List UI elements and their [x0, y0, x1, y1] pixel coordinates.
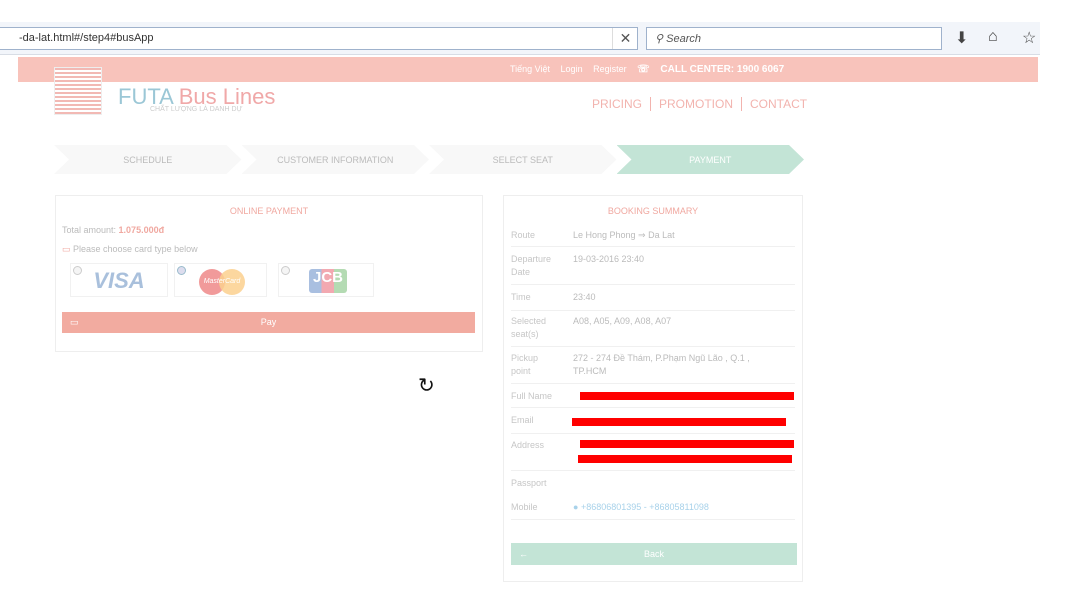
- row-label: Mobile: [511, 502, 538, 512]
- total-value: 1.075.000đ: [118, 225, 165, 235]
- row-value: 23:40: [573, 292, 596, 302]
- main-nav: PRICING PROMOTION CONTACT: [592, 97, 815, 111]
- login-link[interactable]: Login: [561, 64, 583, 74]
- summary-row-passport: Passport: [511, 477, 795, 495]
- loading-spinner-icon: ↻: [418, 375, 435, 397]
- total-label: Total amount:: [62, 225, 117, 235]
- summary-row-departure: Departure Date 19-03-2016 23:40: [511, 253, 795, 285]
- summary-row-pickup: Pickup point 272 - 274 Đề Thám, P.Phạm Ng…: [511, 352, 795, 384]
- booking-summary-title: BOOKING SUMMARY: [607, 206, 699, 216]
- row-label: Route: [511, 230, 536, 240]
- row-label: Passport: [511, 478, 547, 488]
- choose-card-text: ▭ Please choose card type below: [62, 244, 198, 255]
- row-label: Departure Date: [511, 254, 552, 277]
- row-label: Address: [511, 440, 545, 450]
- logo[interactable]: [54, 67, 102, 115]
- pay-button[interactable]: ▭ Pay: [62, 312, 475, 333]
- redaction-email: [572, 418, 786, 426]
- mastercard-logo: MasterCard: [199, 269, 245, 295]
- call-center: ☏ CALL CENTER: 1900 6067: [637, 64, 792, 75]
- mobile-numbers: +86806801395 - +86805811098: [580, 502, 709, 512]
- row-label: Pickup point: [511, 353, 539, 376]
- booking-steps: SCHEDULE CUSTOMER INFORMATION SELECT SEA…: [54, 145, 804, 174]
- card-option-visa[interactable]: VISA: [70, 263, 168, 297]
- row-label: Time: [511, 292, 531, 302]
- nav-contact[interactable]: CONTACT: [741, 97, 815, 111]
- skype-icon: ●: [573, 502, 581, 512]
- row-value: 272 - 274 Đề Thám, P.Phạm Ngũ Lão , Q.1 …: [573, 353, 750, 376]
- radio-mastercard[interactable]: [177, 266, 186, 275]
- summary-row-mobile: Mobile ● +86806801395 - +86805811098: [511, 501, 795, 520]
- phone-icon: ☏: [637, 64, 653, 75]
- radio-jcb[interactable]: [281, 266, 290, 275]
- clear-url-icon[interactable]: ✕: [612, 28, 638, 49]
- url-bar[interactable]: -da-lat.html#/step4#busApp: [0, 27, 638, 50]
- nav-pricing[interactable]: PRICING: [592, 97, 650, 111]
- online-payment-title: ONLINE PAYMENT: [229, 206, 309, 216]
- step-schedule[interactable]: SCHEDULE: [54, 145, 242, 174]
- row-value: A08, A05, A09, A08, A07: [573, 316, 672, 326]
- mastercard-text: MasterCard: [203, 278, 241, 285]
- card-option-mastercard[interactable]: MasterCard: [174, 263, 267, 297]
- pay-label: Pay: [260, 317, 277, 327]
- search-icon: ⚲: [655, 33, 667, 45]
- summary-row-time: Time 23:40: [511, 291, 795, 311]
- row-value: ● +86806801395 - +86805811098: [573, 501, 795, 519]
- register-link[interactable]: Register: [593, 64, 627, 74]
- redaction-address-2: [578, 455, 792, 463]
- call-center-text: CALL CENTER: 1900 6067: [660, 64, 785, 75]
- jcb-logo: JCB: [309, 269, 347, 293]
- top-links: Tiếng Việt Login Register ☏ CALL CENTER:…: [510, 64, 800, 75]
- card-option-jcb[interactable]: JCB: [278, 263, 374, 297]
- card-icon: ▭: [62, 244, 74, 254]
- row-label: Email: [511, 415, 534, 425]
- bookmark-star-icon[interactable]: ☆: [1022, 28, 1036, 48]
- tagline: CHẤT LƯỢNG LÀ DANH DỰ: [150, 106, 243, 113]
- row-value: 19-03-2016 23:40: [573, 254, 645, 264]
- redaction-address-1: [580, 440, 794, 448]
- row-label: Selected seat(s): [511, 316, 547, 339]
- choose-card-label: Please choose card type below: [73, 244, 198, 254]
- back-label: Back: [643, 549, 664, 559]
- browser-search-input[interactable]: ⚲ Search: [646, 27, 942, 50]
- row-value: Le Hong Phong ⇒ Da Lat: [573, 230, 675, 240]
- credit-card-icon: ▭: [70, 317, 79, 327]
- row-label: Full Name: [511, 391, 553, 401]
- step-select-seat[interactable]: SELECT SEAT: [429, 145, 617, 174]
- arrow-left-icon: ←: [519, 549, 528, 559]
- redaction-full-name: [580, 392, 794, 400]
- step-customer-information[interactable]: CUSTOMER INFORMATION: [241, 145, 429, 174]
- home-icon[interactable]: ⌂: [988, 28, 998, 46]
- step-payment[interactable]: PAYMENT: [616, 145, 804, 174]
- summary-row-route: Route Le Hong Phong ⇒ Da Lat: [511, 229, 795, 247]
- nav-promotion[interactable]: PROMOTION: [650, 97, 741, 111]
- total-amount: Total amount: 1.075.000đ: [62, 225, 164, 235]
- back-button[interactable]: ← Back: [511, 543, 797, 565]
- language-link[interactable]: Tiếng Việt: [510, 64, 550, 74]
- download-icon[interactable]: ⬇: [955, 28, 968, 48]
- summary-row-seats: Selected seat(s) A08, A05, A09, A08, A07: [511, 315, 795, 347]
- visa-logo: VISA: [93, 268, 145, 293]
- search-placeholder: Search: [666, 33, 701, 45]
- radio-visa[interactable]: [73, 266, 82, 275]
